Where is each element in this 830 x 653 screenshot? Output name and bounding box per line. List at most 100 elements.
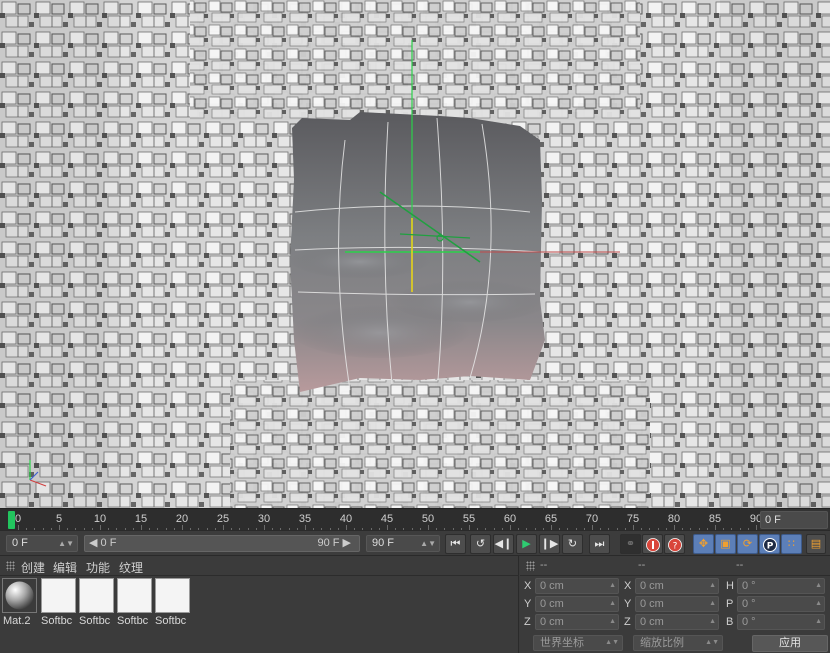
material-label: Softbc	[117, 615, 149, 627]
apply-button[interactable]: 应用	[752, 635, 828, 652]
coord-mode-dropdown[interactable]: 世界坐标 ▲▼	[533, 635, 623, 651]
stepper-icon[interactable]: ▲	[709, 615, 716, 629]
play-button[interactable]: ▶	[516, 534, 537, 554]
size-x-value: 0 cm	[640, 580, 664, 592]
key-position-button[interactable]: ✥	[693, 534, 714, 554]
size-column-head: --	[638, 559, 646, 571]
material-thumb-softbox-2[interactable]	[79, 578, 114, 613]
pos-x-field[interactable]: 0 cm ▲	[535, 578, 619, 594]
material-thumb-softbox-4[interactable]	[155, 578, 190, 613]
timeline-frame-display[interactable]: 0 F	[760, 511, 828, 529]
next-key-button[interactable]: ↻	[562, 534, 583, 554]
key-point-level-button[interactable]: ∷	[781, 534, 802, 554]
range-end-text: 90 F	[317, 537, 340, 549]
size-y-field[interactable]: 0 cm ▲	[635, 596, 719, 612]
pos-x-label: X	[524, 580, 532, 592]
stepper-icon[interactable]: ▲	[815, 579, 822, 593]
material-thumb-softbox-3[interactable]	[117, 578, 152, 613]
stepper-icon[interactable]: ▲▼	[420, 536, 436, 551]
pos-x-value: 0 cm	[540, 580, 564, 592]
prev-key-button[interactable]: ↺	[470, 534, 491, 554]
next-key-icon: ↻	[567, 538, 578, 550]
frame-tick-label: 75	[626, 513, 640, 525]
range-start-value: ◀ 0 F	[89, 536, 116, 551]
range-start-text: 0 F	[100, 537, 117, 549]
panel-grip-icon[interactable]	[526, 561, 535, 571]
preview-range-slider[interactable]: ◀ 0 F 90 F ▶	[84, 535, 360, 552]
current-frame-value: 0 F	[12, 537, 28, 549]
frame-tick-label: 80	[667, 513, 681, 525]
stepper-icon[interactable]: ▲	[609, 579, 616, 593]
playhead[interactable]	[8, 511, 15, 529]
rot-b-field[interactable]: 0 ° ▲	[737, 614, 825, 630]
menu-function[interactable]: 功能	[86, 559, 110, 576]
frame-tick-label: 30	[257, 513, 271, 525]
frame-tick-label: 5	[55, 513, 63, 525]
next-frame-button[interactable]: ❙▶	[539, 534, 560, 554]
size-z-label: Z	[624, 616, 631, 628]
timeline-window-button[interactable]: ▤	[806, 534, 826, 554]
pos-y-field[interactable]: 0 cm ▲	[535, 596, 619, 612]
scale-mode-value: 缩放比例	[640, 637, 684, 649]
step-back-icon: ◀❙	[494, 538, 513, 550]
position-column-head: --	[540, 559, 548, 571]
coordinates-header: -- -- --	[520, 556, 830, 576]
key-parameter-button[interactable]: P	[759, 534, 780, 554]
stepper-icon[interactable]: ▲	[709, 597, 716, 611]
material-thumb-mat2[interactable]	[2, 578, 37, 613]
viewport-scene	[0, 0, 830, 508]
rotation-column-head: --	[736, 559, 744, 571]
key-scale-button[interactable]: ▣	[715, 534, 736, 554]
timeline-bar[interactable]: 0 5 10 15 20 25 30 35 40 45 50 55 60 65 70 75 80 85 90 0 F	[0, 508, 830, 531]
pos-z-field[interactable]: 0 cm ▲	[535, 614, 619, 630]
frame-tick-label: 85	[708, 513, 722, 525]
go-to-start-button[interactable]: ⏮	[445, 534, 466, 554]
menu-edit[interactable]: 编辑	[53, 559, 77, 576]
rot-p-field[interactable]: 0 ° ▲	[737, 596, 825, 612]
material-label: Softbc	[79, 615, 111, 627]
stepper-icon[interactable]: ▲	[609, 615, 616, 629]
move-arrows-icon: ✥	[698, 538, 709, 550]
go-to-end-button[interactable]: ⏭	[589, 534, 610, 554]
rot-h-value: 0 °	[742, 580, 756, 592]
panel-grip-icon[interactable]	[6, 561, 15, 571]
range-left-arrow-icon: ◀	[89, 537, 101, 549]
menu-texture[interactable]: 纹理	[119, 559, 143, 576]
stepper-icon[interactable]: ▲	[815, 597, 822, 611]
grid-dots-icon: ∷	[788, 538, 795, 550]
autokey-button[interactable]: ?	[664, 534, 685, 554]
stepper-icon[interactable]: ▲	[709, 579, 716, 593]
frame-tick-label: 15	[134, 513, 148, 525]
size-x-field[interactable]: 0 cm ▲	[635, 578, 719, 594]
size-y-value: 0 cm	[640, 598, 664, 610]
material-thumb-softbox-1[interactable]	[41, 578, 76, 613]
record-key-button[interactable]	[642, 534, 663, 554]
frame-tick-label: 25	[216, 513, 230, 525]
frame-ruler[interactable]: 0 5 10 15 20 25 30 35 40 45 50 55 60 65 70 75 80 85 90	[0, 509, 762, 531]
frame-tick-label: 50	[421, 513, 435, 525]
key-rotation-button[interactable]: ⟳	[737, 534, 758, 554]
3d-viewport[interactable]	[0, 0, 830, 508]
rot-h-field[interactable]: 0 ° ▲	[737, 578, 825, 594]
prev-frame-button[interactable]: ◀❙	[493, 534, 514, 554]
scale-mode-dropdown[interactable]: 缩放比例 ▲▼	[633, 635, 723, 651]
frame-tick-label: 70	[585, 513, 599, 525]
rot-h-label: H	[726, 580, 734, 592]
max-frame-field[interactable]: 90 F ▲▼	[366, 535, 440, 552]
stepper-icon[interactable]: ▲	[609, 597, 616, 611]
pos-y-label: Y	[524, 598, 532, 610]
chevron-down-icon: ▲▼	[605, 639, 619, 646]
stepper-icon[interactable]: ▲▼	[58, 536, 74, 551]
step-forward-icon: ❙▶	[540, 538, 559, 550]
menu-create[interactable]: 创建	[21, 559, 45, 576]
play-icon: ▶	[522, 538, 531, 550]
size-z-field[interactable]: 0 cm ▲	[635, 614, 719, 630]
transport-bar: 0 F ▲▼ ◀ 0 F 90 F ▶ 90 F ▲▼ ⏮ ↺ ◀❙ ▶ ❙▶ …	[0, 530, 830, 556]
stepper-icon[interactable]: ▲	[815, 615, 822, 629]
range-end-value: 90 F ▶	[317, 536, 351, 551]
rot-b-label: B	[726, 616, 734, 628]
frame-tick-label: 65	[544, 513, 558, 525]
motion-record-button[interactable]: ⚭	[620, 534, 641, 554]
frame-tick-label: 0	[14, 513, 22, 525]
current-frame-field[interactable]: 0 F ▲▼	[6, 535, 78, 552]
